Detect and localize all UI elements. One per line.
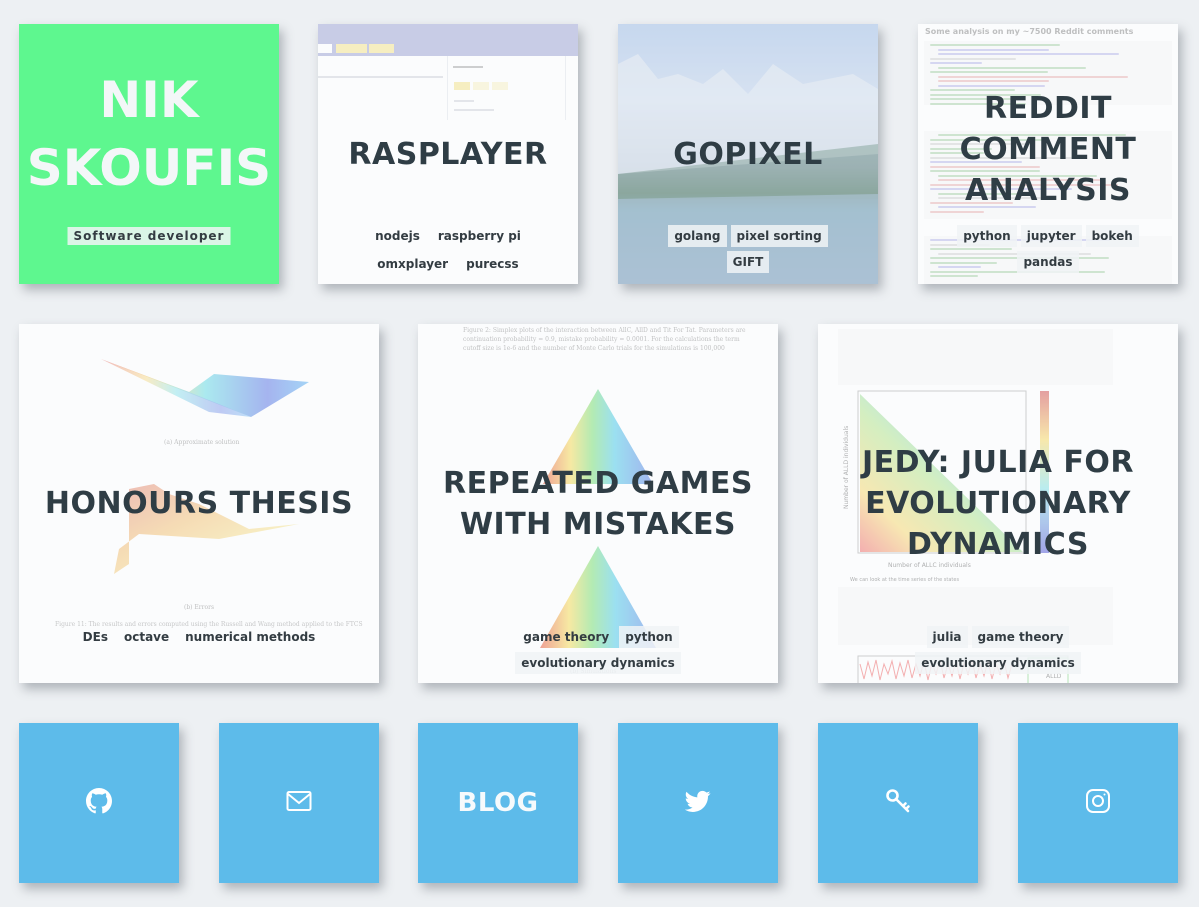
github-link[interactable] bbox=[19, 723, 179, 883]
tag: python bbox=[957, 225, 1017, 247]
tag: python bbox=[619, 626, 679, 648]
twitter-icon bbox=[684, 788, 711, 818]
title-line: REDDIT bbox=[983, 90, 1112, 126]
title-line: RASPLAYER bbox=[348, 136, 548, 172]
tag: numerical methods bbox=[185, 630, 316, 644]
blog-label: BLOG bbox=[457, 788, 539, 818]
title-line: WITH MISTAKES bbox=[459, 506, 737, 542]
role-badge: Software developer bbox=[67, 227, 231, 245]
project-title: GOPIXEL bbox=[673, 134, 823, 175]
key-icon bbox=[885, 788, 911, 818]
tag: game theory bbox=[523, 630, 610, 644]
project-card-rasplayer[interactable]: RASPLAYER nodejs raspberry pi omxplayer … bbox=[318, 24, 578, 284]
tag: julia bbox=[926, 626, 968, 648]
title-line: ANALYSIS bbox=[964, 172, 1132, 208]
project-title: REDDIT COMMENT ANALYSIS bbox=[960, 88, 1137, 211]
pgp-key-link[interactable] bbox=[818, 723, 978, 883]
tag-list: golang pixel sorting GIFT bbox=[618, 225, 878, 273]
project-card-repeated-games[interactable]: Figure 2: Simplex plots of the interacti… bbox=[418, 324, 778, 683]
project-title: REPEATED GAMES WITH MISTAKES bbox=[443, 463, 753, 545]
tag: jupyter bbox=[1020, 225, 1082, 247]
tag: golang bbox=[668, 225, 727, 247]
project-card-gopixel[interactable]: GOPIXEL golang pixel sorting GIFT bbox=[618, 24, 878, 284]
name-first: NIK bbox=[99, 71, 199, 129]
project-title: RASPLAYER bbox=[348, 134, 547, 175]
instagram-link[interactable] bbox=[1018, 723, 1178, 883]
project-title: HONOURS THESIS bbox=[45, 483, 353, 524]
title-line: EVOLUTIONARY bbox=[865, 486, 1131, 521]
tag: octave bbox=[123, 630, 170, 644]
tag: GIFT bbox=[726, 251, 770, 273]
title-line: JEDY: JULIA FOR bbox=[862, 445, 1134, 480]
tag: nodejs bbox=[375, 229, 420, 243]
tag-list: python jupyter bokeh pandas bbox=[918, 225, 1178, 273]
email-link[interactable] bbox=[219, 723, 379, 883]
project-title: JEDY: JULIA FOR EVOLUTIONARY DYNAMICS bbox=[862, 442, 1134, 565]
tag: evolutionary dynamics bbox=[515, 652, 681, 674]
name-title: NIK SKOUFIS bbox=[27, 66, 271, 202]
tag-list: game theory python evolutionary dynamics bbox=[418, 626, 778, 674]
tag: bokeh bbox=[1085, 225, 1139, 247]
tag: purecss bbox=[466, 257, 519, 271]
tag: evolutionary dynamics bbox=[915, 652, 1081, 674]
project-card-jedy[interactable]: Number of ALLC individuals Number of ALL… bbox=[818, 324, 1178, 683]
title-line: HONOURS THESIS bbox=[44, 486, 354, 521]
tag: raspberry pi bbox=[437, 229, 521, 243]
tag-list: julia game theory evolutionary dynamics bbox=[818, 626, 1178, 674]
project-card-thesis[interactable]: (a) Approximate solution (b) Errors Figu… bbox=[19, 324, 379, 683]
intro-card: NIK SKOUFIS Software developer bbox=[19, 24, 279, 284]
twitter-link[interactable] bbox=[618, 723, 778, 883]
title-line: REPEATED GAMES bbox=[442, 465, 754, 501]
tag: game theory bbox=[971, 626, 1070, 648]
envelope-icon bbox=[286, 788, 312, 818]
title-line: DYNAMICS bbox=[907, 527, 1089, 562]
tag: pandas bbox=[1017, 251, 1079, 273]
github-icon bbox=[86, 788, 112, 818]
project-card-reddit[interactable]: Some analysis on my ~7500 Reddit comment… bbox=[918, 24, 1178, 284]
blog-link[interactable]: BLOG bbox=[418, 723, 578, 883]
tag-list: DEs octave numerical methods bbox=[19, 626, 379, 648]
name-last: SKOUFIS bbox=[26, 139, 272, 197]
instagram-icon bbox=[1085, 788, 1111, 818]
tag-list: nodejs raspberry pi omxplayer purecss bbox=[318, 225, 578, 275]
title-line: GOPIXEL bbox=[673, 136, 823, 172]
tag: omxplayer bbox=[377, 257, 449, 271]
tag: DEs bbox=[82, 630, 108, 644]
title-line: COMMENT bbox=[959, 131, 1137, 167]
tag: pixel sorting bbox=[730, 225, 828, 247]
